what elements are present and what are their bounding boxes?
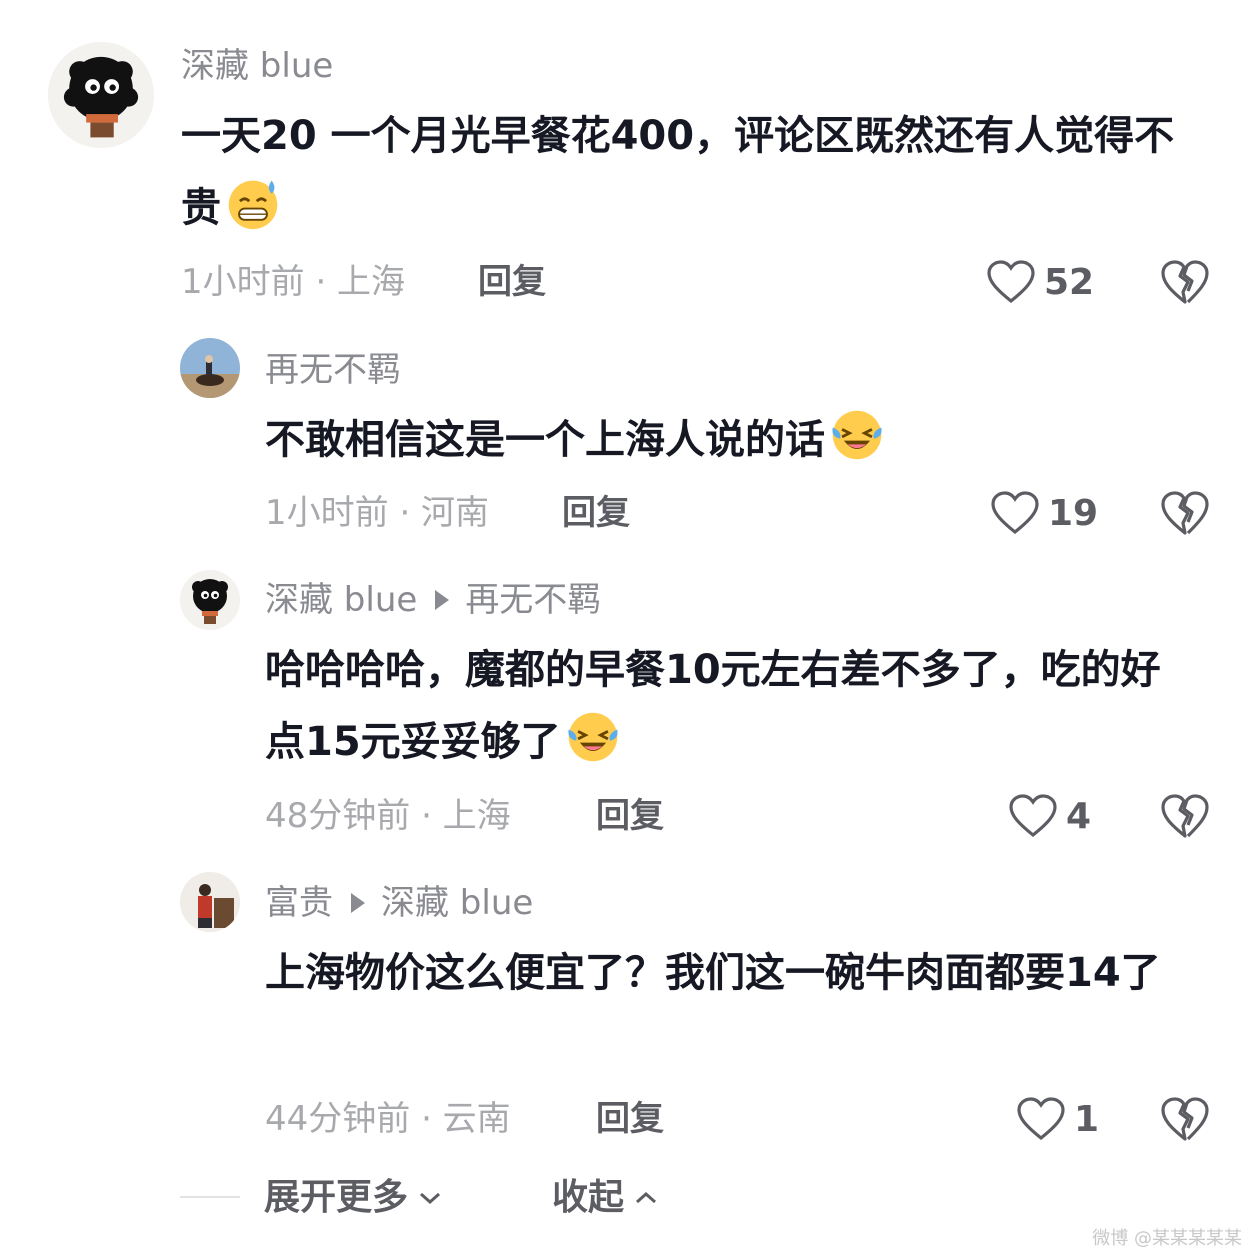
reply-button[interactable]: 回复 (596, 1099, 664, 1139)
broken-heart-icon[interactable] (1160, 258, 1210, 306)
like-count: 52 (1044, 261, 1095, 303)
horse-rider-avatar-image (180, 338, 240, 398)
comment-meta: 1小时前 · 上海 (181, 262, 406, 302)
comment-username[interactable]: 深藏 blue (181, 46, 333, 86)
expand-more-button[interactable]: 展开更多 (264, 1178, 442, 1218)
comment-username[interactable]: 再无不羁 (265, 350, 401, 390)
person-avatar-image (180, 872, 240, 932)
reply-target[interactable]: 深藏 blue (381, 883, 533, 923)
comment-text-content: 哈哈哈哈，魔都的早餐10元左右差不多了，吃的好点15元妥妥够了 (265, 647, 1161, 765)
avatar[interactable] (180, 338, 240, 398)
like-count: 4 (1066, 795, 1092, 837)
comment-text: 上海物价这么便宜了？我们这一碗牛肉面都要14了 (265, 937, 1200, 1009)
divider (180, 1196, 240, 1198)
reply-author[interactable]: 深藏 blue (265, 580, 417, 620)
soot-sprite-avatar-image (48, 42, 154, 148)
laughing-tears-emoji-icon (832, 410, 882, 460)
reply-button[interactable]: 回复 (478, 262, 546, 302)
grimacing-sweat-emoji-icon (228, 180, 278, 230)
reply-button[interactable]: 回复 (562, 493, 630, 533)
comment-text: 一天20 一个月光早餐花400，评论区既然还有人觉得不贵 (181, 100, 1191, 244)
heart-icon (1009, 794, 1057, 838)
laughing-tears-emoji-icon (568, 712, 618, 762)
reply-author[interactable]: 富贵 (265, 883, 333, 923)
reply-button[interactable]: 回复 (596, 796, 664, 836)
comment-username: 富贵 深藏 blue (265, 883, 533, 923)
like-button[interactable]: 52 (986, 258, 1094, 306)
reply-target[interactable]: 再无不羁 (465, 580, 601, 620)
like-button[interactable]: 1 (1016, 1095, 1099, 1143)
broken-heart-icon[interactable] (1160, 792, 1210, 840)
comment-meta: 44分钟前 · 云南 (265, 1099, 511, 1139)
heart-icon (987, 260, 1035, 304)
broken-heart-icon[interactable] (1160, 489, 1210, 537)
heart-icon (991, 491, 1039, 535)
avatar[interactable] (180, 570, 240, 630)
soot-sprite-avatar-image (180, 570, 240, 630)
like-count: 1 (1074, 1098, 1100, 1140)
comment-text-content: 一天20 一个月光早餐花400，评论区既然还有人觉得不贵 (181, 113, 1175, 231)
collapse-button[interactable]: 收起 (552, 1178, 658, 1218)
collapse-label: 收起 (552, 1177, 625, 1218)
reply-arrow-icon (435, 589, 450, 610)
broken-heart-icon[interactable] (1160, 1095, 1210, 1143)
like-button[interactable]: 4 (1008, 792, 1091, 840)
comment-text: 不敢相信这是一个上海人说的话 (265, 404, 1195, 476)
avatar[interactable] (180, 872, 240, 932)
chevron-down-icon (420, 1192, 441, 1205)
like-button[interactable]: 19 (990, 489, 1098, 537)
comment-text-content: 上海物价这么便宜了？我们这一碗牛肉面都要14了 (265, 950, 1161, 996)
heart-icon (1017, 1097, 1065, 1141)
reply-arrow-icon (351, 892, 365, 913)
chevron-up-icon (636, 1191, 657, 1204)
expand-more-label: 展开更多 (264, 1177, 409, 1218)
comment-meta: 48分钟前 · 上海 (265, 796, 511, 836)
comment-text-content: 不敢相信这是一个上海人说的话 (265, 417, 825, 463)
comment-username: 深藏 blue 再无不羁 (265, 580, 601, 620)
watermark: 微博 @某某某某某 (1092, 1228, 1242, 1249)
comment-text: 哈哈哈哈，魔都的早餐10元左右差不多了，吃的好点15元妥妥够了 (265, 634, 1200, 778)
like-count: 19 (1048, 492, 1099, 534)
avatar[interactable] (48, 42, 154, 148)
comment-meta: 1小时前 · 河南 (265, 493, 490, 533)
